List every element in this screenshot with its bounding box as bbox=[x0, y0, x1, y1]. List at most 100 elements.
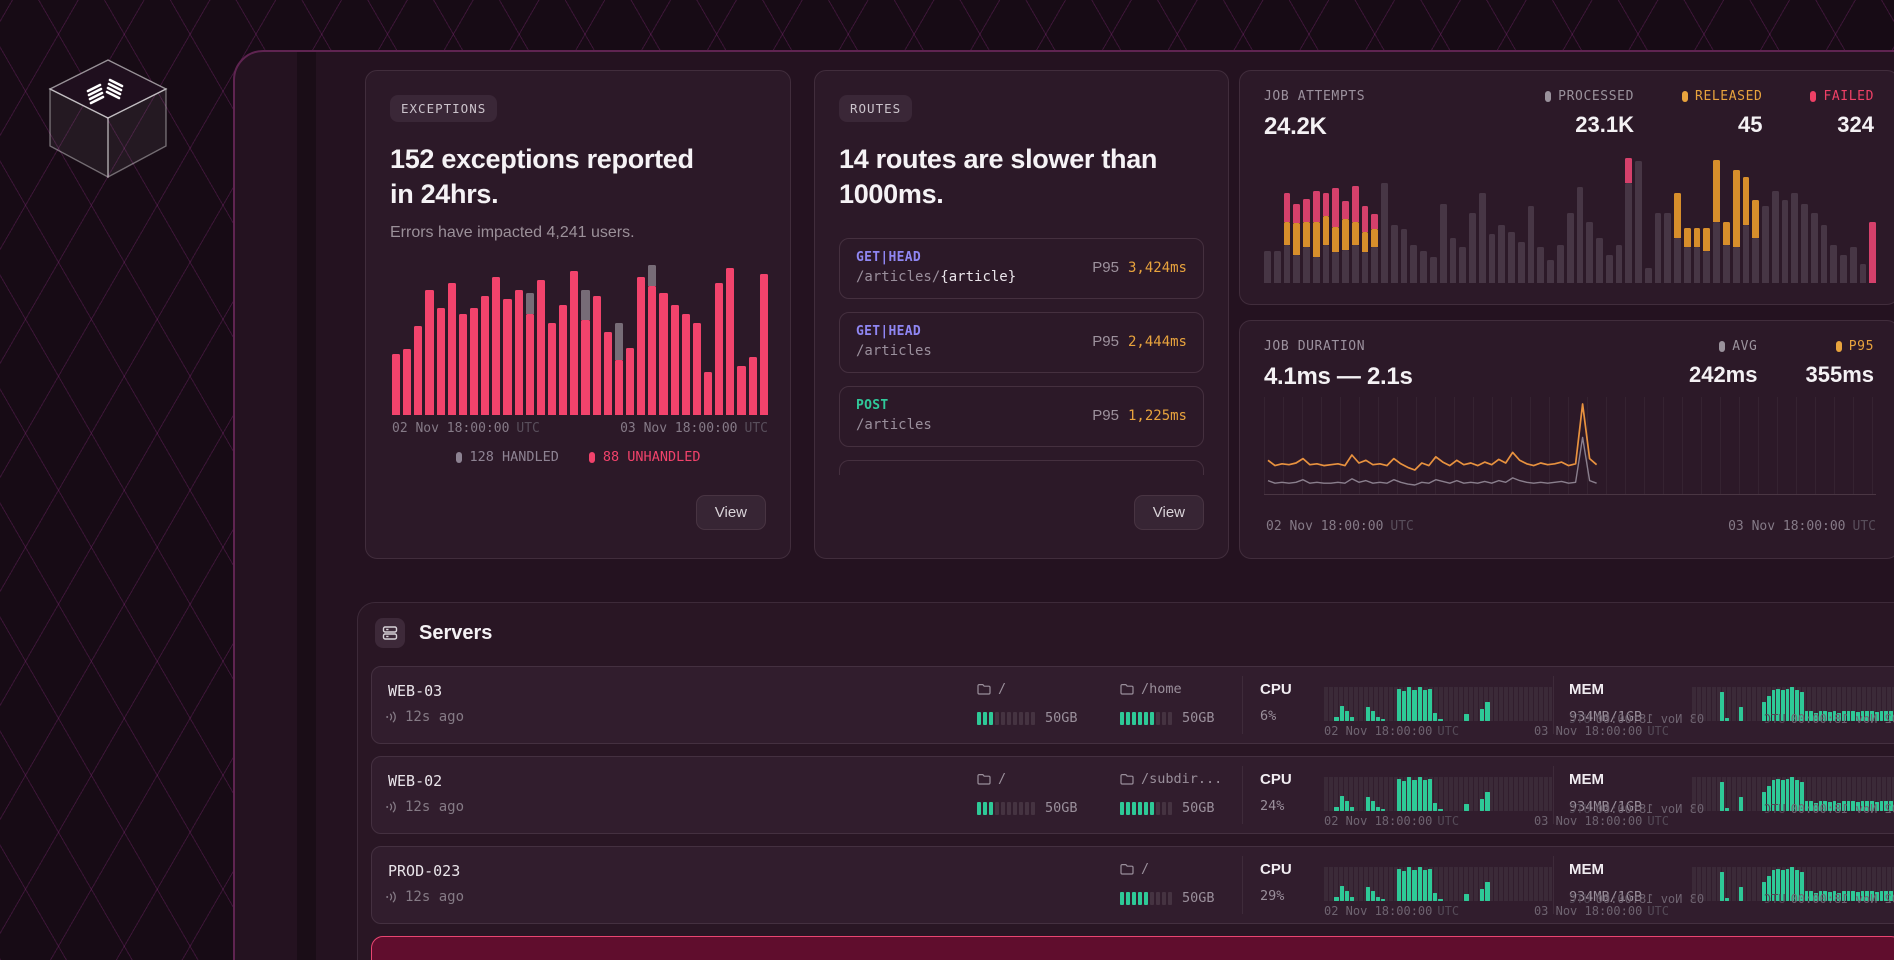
spark-bar bbox=[1428, 779, 1432, 811]
attempt-bar bbox=[1479, 193, 1486, 283]
job-attempts-stats: PROCESSED23.1KRELEASED45FAILED324 bbox=[1545, 89, 1874, 138]
spark-bar bbox=[1397, 869, 1401, 901]
disk-tick bbox=[989, 712, 993, 725]
disk-tick bbox=[1144, 712, 1148, 725]
route-path: /articles/{article} bbox=[856, 269, 1016, 285]
job-duration-chart bbox=[1264, 397, 1876, 495]
spark-slot bbox=[1517, 687, 1521, 721]
route-row[interactable]: POST /articles P95 1,225ms bbox=[839, 386, 1204, 447]
spark-slot bbox=[1371, 687, 1375, 721]
exception-bar bbox=[682, 314, 690, 415]
disk-tick bbox=[1013, 802, 1017, 815]
spark-slot bbox=[1350, 687, 1354, 721]
spark-slot bbox=[1329, 867, 1333, 901]
column-divider bbox=[1242, 676, 1243, 734]
spark-slot bbox=[1491, 777, 1495, 811]
attempt-bar bbox=[1528, 206, 1535, 283]
stat-value: 324 bbox=[1837, 112, 1874, 138]
axis-label: 03 Nov 18:00:00UTC bbox=[1534, 904, 1669, 918]
spark-slot bbox=[1381, 687, 1385, 721]
spark-slot bbox=[1449, 867, 1453, 901]
spark-slot bbox=[1517, 777, 1521, 811]
disk-tick bbox=[1138, 712, 1142, 725]
spark-slot bbox=[1459, 867, 1463, 901]
attempt-bar bbox=[1557, 245, 1564, 283]
spark-bar bbox=[1423, 870, 1427, 901]
cpu-axis: 02 Nov 18:00:00UTC03 Nov 18:00:00UTC bbox=[1324, 904, 1669, 918]
exception-bar bbox=[481, 296, 489, 415]
spark-bar bbox=[1340, 886, 1344, 901]
attempt-bar bbox=[1635, 161, 1642, 283]
spark-slot bbox=[1392, 867, 1396, 901]
server-row[interactable]: WEB-02 12s ago / 50GB /subd bbox=[371, 756, 1894, 834]
spark-slot bbox=[1360, 777, 1364, 811]
servers-header: Servers bbox=[371, 616, 1894, 648]
alert-banner[interactable] bbox=[371, 936, 1894, 960]
disk-1: / 50GB bbox=[977, 667, 1102, 743]
spark-bar bbox=[1428, 869, 1432, 901]
spark-slot bbox=[1340, 867, 1344, 901]
attempt-bar bbox=[1733, 170, 1740, 283]
route-row-partial bbox=[839, 460, 1204, 475]
signal-icon bbox=[385, 710, 399, 724]
spark-slot bbox=[1511, 687, 1515, 721]
attempt-bar bbox=[1518, 242, 1525, 283]
job-attempts-label: JOB ATTEMPTS bbox=[1264, 89, 1365, 104]
attempt-bar bbox=[1596, 238, 1603, 283]
attempt-bar bbox=[1391, 225, 1398, 283]
spark-bar bbox=[1433, 803, 1437, 812]
spark-bar bbox=[1381, 809, 1385, 811]
spark-bar bbox=[1334, 807, 1338, 811]
spark-slot bbox=[1527, 687, 1531, 721]
exception-bar bbox=[403, 349, 411, 415]
server-last-seen: 12s ago bbox=[385, 799, 464, 815]
spark-slot bbox=[1340, 687, 1344, 721]
exceptions-subtitle: Errors have impacted 4,241 users. bbox=[390, 224, 766, 242]
spark-bar bbox=[1340, 796, 1344, 811]
spark-slot bbox=[1506, 687, 1510, 721]
exception-bar bbox=[593, 296, 601, 415]
attempt-bar bbox=[1674, 193, 1681, 283]
spark-slot bbox=[1366, 777, 1370, 811]
spark-bar bbox=[1428, 689, 1432, 721]
spark-bar bbox=[1480, 799, 1484, 811]
stat-column: FAILED324 bbox=[1810, 89, 1874, 138]
exceptions-view-button[interactable]: View bbox=[696, 495, 766, 530]
spark-slot bbox=[1496, 867, 1500, 901]
attempt-bar bbox=[1616, 245, 1623, 283]
route-row[interactable]: GET|HEAD /articles P95 2,444ms bbox=[839, 312, 1204, 373]
routes-view-button[interactable]: View bbox=[1134, 495, 1204, 530]
spark-slot bbox=[1407, 687, 1411, 721]
job-duration-value: 4.1ms — 2.1s bbox=[1264, 363, 1413, 391]
exception-bar bbox=[615, 323, 623, 415]
spark-bar bbox=[1366, 707, 1370, 721]
server-row[interactable]: WEB-03 12s ago / 50GB /home bbox=[371, 666, 1894, 744]
stat-label: P95 bbox=[1836, 339, 1874, 354]
spark-slot bbox=[1475, 777, 1479, 811]
spark-slot bbox=[1537, 777, 1541, 811]
disk-tick bbox=[1162, 892, 1166, 905]
spark-bar bbox=[1350, 897, 1354, 901]
spark-bar bbox=[1412, 690, 1416, 721]
spark-slot bbox=[1360, 687, 1364, 721]
attempt-bar bbox=[1410, 245, 1417, 283]
disk-tick bbox=[1162, 802, 1166, 815]
exception-bar bbox=[459, 314, 467, 415]
exceptions-axis: 02 Nov 18:00:00UTC 03 Nov 18:00:00UTC bbox=[392, 421, 768, 436]
disk-tick bbox=[995, 712, 999, 725]
server-row[interactable]: PROD-023 12s ago / bbox=[371, 846, 1894, 924]
spark-bar bbox=[1418, 687, 1422, 721]
server-last-seen: 12s ago bbox=[385, 709, 464, 725]
disk-tick bbox=[989, 802, 993, 815]
spark-slot bbox=[1412, 777, 1416, 811]
spark-slot bbox=[1407, 867, 1411, 901]
spark-slot bbox=[1412, 867, 1416, 901]
route-row[interactable]: GET|HEAD /articles/{article} P95 3,424ms bbox=[839, 238, 1204, 299]
spark-slot bbox=[1511, 777, 1515, 811]
stat-value: 45 bbox=[1738, 112, 1762, 138]
spark-bar bbox=[1350, 807, 1354, 811]
spark-slot bbox=[1334, 867, 1338, 901]
spark-slot bbox=[1501, 687, 1505, 721]
attempt-bar bbox=[1655, 213, 1662, 283]
legend-item: 128 HANDLED bbox=[456, 449, 559, 465]
